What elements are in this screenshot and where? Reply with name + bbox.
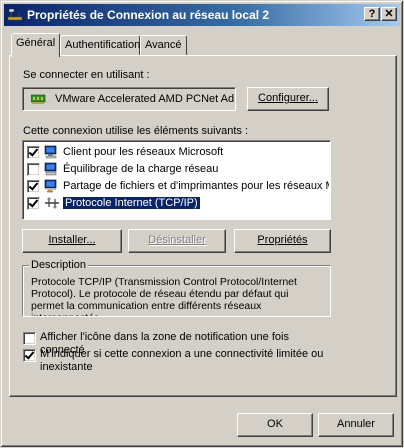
list-item[interactable]: Client pour les réseaux Microsoft	[27, 144, 329, 160]
connect-using-label: Se connecter en utilisant :	[23, 69, 150, 81]
install-button[interactable]: Installer...	[22, 229, 122, 253]
limited-connectivity-label: M'indiquer si cette connexion a une conn…	[40, 348, 324, 373]
components-label: Cette connexion utilise les éléments sui…	[23, 125, 249, 137]
component-checkbox[interactable]	[27, 145, 40, 159]
uninstall-button[interactable]: Désinstaller	[128, 229, 226, 253]
component-checkbox[interactable]	[27, 162, 40, 176]
component-checkbox[interactable]	[27, 196, 40, 210]
ok-button[interactable]: OK	[237, 413, 313, 437]
help-button[interactable]: ?	[364, 7, 380, 21]
tab-avance[interactable]: Avancé	[140, 35, 187, 55]
list-item[interactable]: Partage de fichiers et d'imprimantes pou…	[27, 178, 329, 194]
properties-button[interactable]: Propriétés	[234, 229, 331, 253]
protocol-icon	[44, 196, 60, 210]
tab-authentification[interactable]: Authentification	[60, 35, 140, 55]
adapter-field: VMware Accelerated AMD PCNet Ad	[22, 87, 236, 111]
network-adapter-icon	[30, 93, 47, 105]
cancel-button[interactable]: Annuler	[318, 413, 394, 437]
uninstall-button-label: Désinstaller	[148, 234, 206, 246]
properties-button-label: Propriétés	[257, 234, 308, 246]
configure-button-label: Configurer...	[258, 92, 318, 104]
tab-general[interactable]: Général	[11, 33, 60, 57]
list-item[interactable]: Équilibrage de la charge réseau	[27, 161, 329, 177]
list-item[interactable]: Protocole Internet (TCP/IP)	[27, 195, 329, 211]
file-printer-sharing-icon	[44, 179, 60, 193]
component-label: Équilibrage de la charge réseau	[63, 163, 219, 175]
adapter-name: VMware Accelerated AMD PCNet Ad	[55, 93, 235, 105]
limited-connectivity-option[interactable]: M'indiquer si cette connexion a une conn…	[23, 348, 330, 374]
network-connection-icon	[7, 7, 23, 23]
show-icon-checkbox[interactable]	[23, 332, 36, 345]
description-groupbox: Description Protocole TCP/IP (Transmissi…	[22, 259, 331, 317]
component-checkbox[interactable]	[27, 179, 40, 193]
component-label: Protocole Internet (TCP/IP)	[62, 196, 201, 210]
component-label: Partage de fichiers et d'imprimantes pou…	[63, 180, 329, 192]
description-text: Protocole TCP/IP (Transmission Control P…	[31, 276, 297, 316]
install-button-label: Installer...	[48, 234, 96, 246]
window-title: Propriétés de Connexion au réseau local …	[27, 8, 270, 22]
limited-connectivity-checkbox[interactable]	[23, 349, 36, 362]
network-client-icon	[44, 145, 60, 159]
components-list[interactable]: Client pour les réseaux Microsoft Équili…	[22, 140, 331, 220]
configure-button[interactable]: Configurer...	[247, 87, 329, 111]
description-title: Description	[29, 259, 89, 271]
title-bar[interactable]: Propriétés de Connexion au réseau local …	[4, 4, 400, 26]
properties-dialog: Propriétés de Connexion au réseau local …	[0, 0, 404, 448]
component-label: Client pour les réseaux Microsoft	[63, 146, 224, 158]
close-button[interactable]: ✕	[381, 7, 397, 21]
load-balancing-icon	[44, 162, 60, 176]
